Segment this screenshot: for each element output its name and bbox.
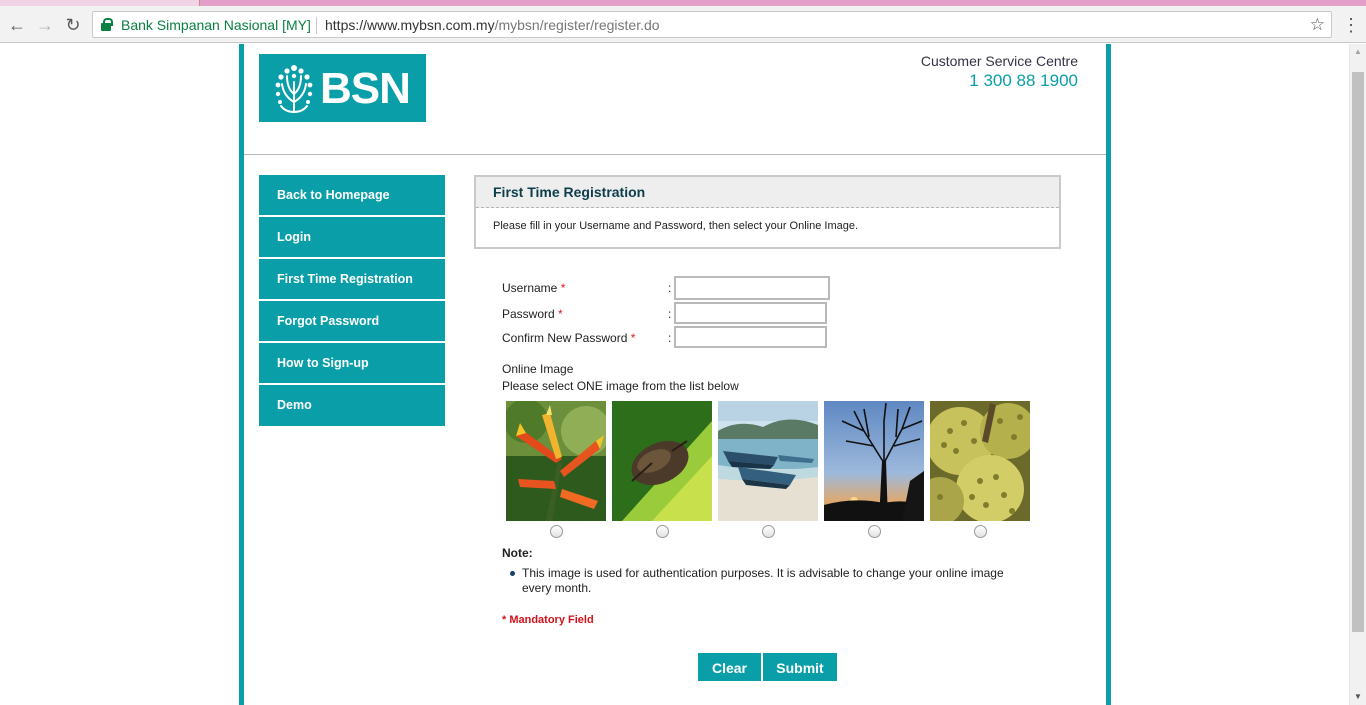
- field-colon: :: [668, 307, 672, 321]
- header-divider: [244, 154, 1106, 155]
- note-text: This image is used for authentication pu…: [522, 566, 1004, 595]
- arrow-left-icon: ←: [8, 15, 26, 35]
- required-mark: *: [630, 331, 636, 345]
- boats-on-beach-image: [718, 401, 818, 521]
- page-frame: BSN Customer Service Centre 1 300 88 190…: [239, 44, 1111, 705]
- clear-button[interactable]: Clear: [698, 653, 761, 681]
- image-radio-durian-fruit[interactable]: [974, 525, 987, 538]
- online-image-instruction: Please select ONE image from the list be…: [502, 379, 739, 393]
- tree-at-sunset-image: [824, 401, 924, 521]
- image-option-heliconia-flower[interactable]: [506, 401, 606, 521]
- password-input[interactable]: [674, 302, 827, 324]
- sidebar-item-how-to-sign-up[interactable]: How to Sign-up: [259, 343, 445, 385]
- image-option-tree-at-sunset[interactable]: [824, 401, 924, 521]
- panel-title: First Time Registration: [476, 177, 1059, 208]
- username-label: Username *: [502, 281, 565, 295]
- note-title: Note:: [502, 546, 533, 560]
- omnibox-divider: [316, 17, 317, 34]
- url-host: https://www.mybsn.com.my: [325, 17, 495, 33]
- browser-toolbar: ← → ↻ Bank Simpanan Nasional [MY] https:…: [0, 6, 1366, 43]
- url-text: https://www.mybsn.com.my/mybsn/register/…: [325, 17, 660, 33]
- back-button[interactable]: ←: [6, 14, 28, 36]
- sidebar-item-login[interactable]: Login: [259, 217, 445, 259]
- image-option-moth-on-leaf[interactable]: [612, 401, 712, 521]
- durian-fruit-image: [930, 401, 1030, 521]
- username-label-text: Username: [502, 281, 558, 295]
- image-option-boats-on-beach[interactable]: [718, 401, 818, 521]
- sidebar-item-first-time-registration[interactable]: First Time Registration: [259, 259, 445, 301]
- bsn-logo[interactable]: BSN: [259, 54, 426, 122]
- image-option-durian-fruit[interactable]: [930, 401, 1030, 521]
- image-radio-moth-on-leaf[interactable]: [656, 525, 669, 538]
- panel-description: Please fill in your Username and Passwor…: [493, 220, 859, 232]
- address-bar[interactable]: Bank Simpanan Nasional [MY] https://www.…: [92, 11, 1332, 38]
- scroll-thumb[interactable]: [1352, 72, 1364, 632]
- page-scrollbar[interactable]: ▲ ▼: [1349, 44, 1366, 705]
- mandatory-field-note: * Mandatory Field: [502, 614, 594, 626]
- moth-on-leaf-image: [612, 401, 712, 521]
- arrow-right-icon: →: [36, 15, 54, 35]
- submit-button[interactable]: Submit: [763, 653, 837, 681]
- registration-panel: First Time Registration Please fill in y…: [474, 175, 1061, 249]
- image-radio-heliconia-flower[interactable]: [550, 525, 563, 538]
- confirm-password-input[interactable]: [674, 326, 827, 348]
- lock-icon: [101, 18, 113, 31]
- forward-button[interactable]: →: [34, 14, 56, 36]
- reload-button[interactable]: ↻: [62, 14, 84, 36]
- customer-service-label: Customer Service Centre: [920, 53, 1078, 69]
- bullet-icon: [510, 571, 515, 576]
- required-mark: *: [558, 307, 563, 321]
- heliconia-flower-image: [506, 401, 606, 521]
- vertical-dots-icon[interactable]: ⋮: [1342, 14, 1360, 36]
- reload-icon: ↻: [65, 15, 81, 35]
- field-colon: :: [668, 331, 672, 345]
- confirm-password-row: Confirm New Password * :: [502, 326, 832, 350]
- scroll-down-icon[interactable]: ▼: [1350, 689, 1366, 705]
- field-colon: :: [668, 281, 672, 295]
- password-label: Password *: [502, 307, 563, 321]
- sidebar-item-forgot-password[interactable]: Forgot Password: [259, 301, 445, 343]
- image-radio-boats-on-beach[interactable]: [762, 525, 775, 538]
- online-image-title: Online Image: [502, 362, 574, 376]
- star-icon[interactable]: ☆: [1310, 15, 1325, 35]
- customer-service-phone: 1 300 88 1900: [969, 71, 1078, 90]
- password-label-text: Password: [502, 307, 555, 321]
- scroll-up-icon[interactable]: ▲: [1350, 44, 1366, 60]
- sidebar-item-back-to-homepage[interactable]: Back to Homepage: [259, 175, 445, 217]
- site-identity: Bank Simpanan Nasional [MY]: [121, 17, 311, 33]
- username-input[interactable]: [674, 276, 830, 300]
- password-row: Password * :: [502, 302, 832, 326]
- username-row: Username * :: [502, 276, 832, 300]
- url-path: /mybsn/register/register.do: [494, 17, 660, 33]
- sidebar-item-demo[interactable]: Demo: [259, 385, 445, 426]
- confirm-password-label: Confirm New Password *: [502, 331, 635, 345]
- tree-icon: [275, 65, 313, 113]
- sidebar-nav: Back to Homepage Login First Time Regist…: [259, 175, 445, 426]
- required-mark: *: [560, 281, 566, 295]
- image-radio-tree-at-sunset[interactable]: [868, 525, 881, 538]
- confirm-password-label-text: Confirm New Password: [502, 331, 628, 345]
- logo-text: BSN: [320, 64, 411, 113]
